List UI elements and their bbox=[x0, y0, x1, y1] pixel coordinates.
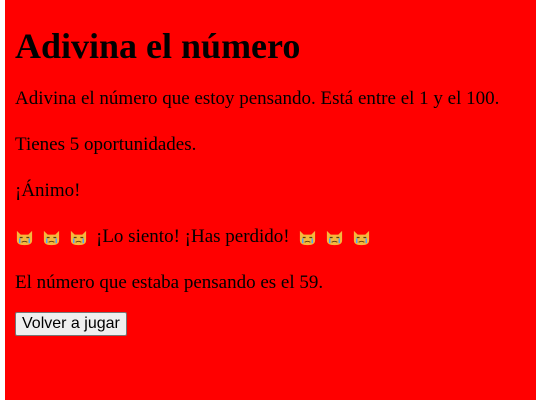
tries-text: Tienes 5 oportunidades. bbox=[15, 134, 197, 155]
result-message: ¡Lo siento! ¡Has perdido! bbox=[96, 226, 290, 247]
result-line: ¡Lo siento! ¡Has perdido! bbox=[15, 226, 536, 248]
cheer-text: ¡Ánimo! bbox=[15, 180, 81, 201]
page-title: Adivina el número bbox=[15, 26, 301, 66]
replay-button[interactable]: Volver a jugar bbox=[15, 312, 127, 336]
crying-cat-icon bbox=[69, 228, 88, 247]
intro-text: Adivina el número que estoy pensando. Es… bbox=[15, 88, 500, 109]
crying-cat-icon bbox=[42, 228, 61, 247]
crying-cat-icon bbox=[15, 228, 34, 247]
crying-cat-icon bbox=[325, 228, 344, 247]
reveal-text: El número que estaba pensando es el 59. bbox=[15, 272, 324, 293]
crying-cat-icon bbox=[352, 228, 371, 247]
crying-cat-icon bbox=[298, 228, 317, 247]
game-page: Adivina el número Adivina el número que … bbox=[5, 0, 536, 400]
